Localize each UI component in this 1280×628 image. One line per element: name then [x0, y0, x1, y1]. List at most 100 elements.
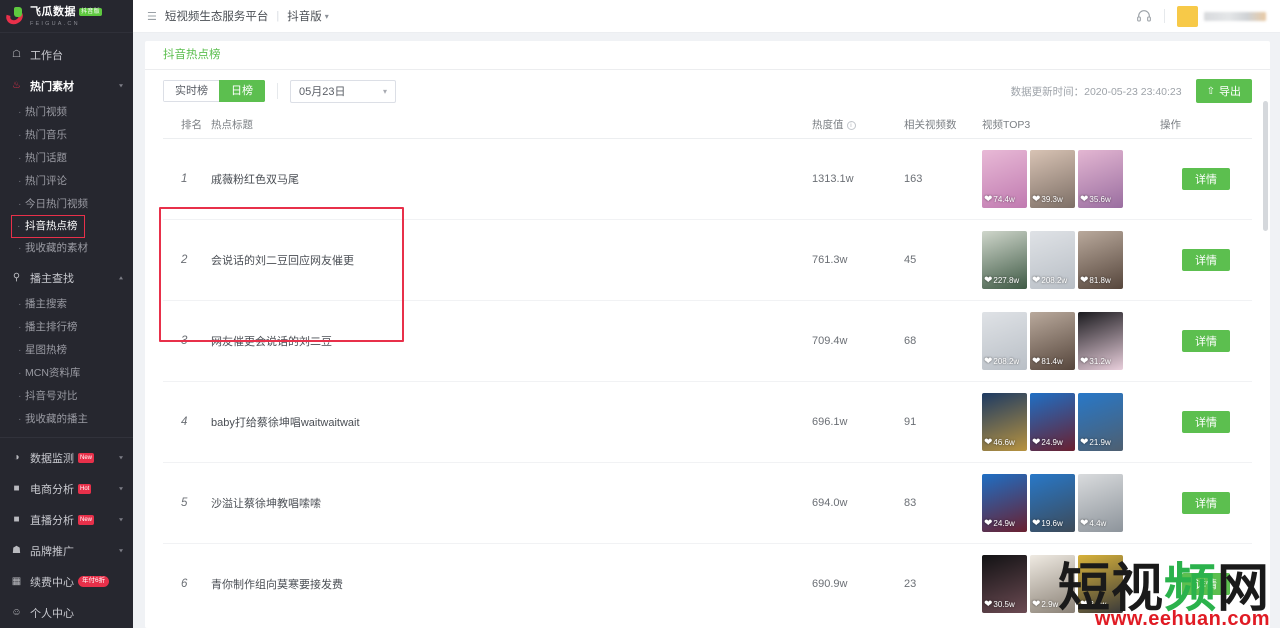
cell-top3-thumbnails: ❤208.2w❤81.4w❤31.2w: [982, 300, 1160, 381]
table-row[interactable]: 2会说话的刘二豆回应网友催更761.3w45❤227.8w❤208.2w❤81.…: [163, 219, 1252, 300]
sidebar-item-hot-comment[interactable]: 热门评论: [0, 170, 133, 193]
scrollbar-thumb[interactable]: [1263, 101, 1268, 231]
sidebar-item-star-rank[interactable]: 星图热榜: [0, 339, 133, 362]
detail-button[interactable]: 详情: [1182, 330, 1230, 352]
realtime-rank-button[interactable]: 实时榜: [163, 80, 220, 102]
video-thumbnail[interactable]: ❤2.9w: [1030, 555, 1075, 613]
avatar[interactable]: [1177, 6, 1198, 27]
video-thumbnail[interactable]: ❤81.8w: [1078, 231, 1123, 289]
sidebar-item-creator-rank[interactable]: 播主排行榜: [0, 316, 133, 339]
table-row[interactable]: 4baby打给蔡徐坤唱waitwaitwait696.1w91❤46.6w❤24…: [163, 381, 1252, 462]
sidebar-item-workbench[interactable]: ☖ 工作台: [0, 39, 133, 70]
scrollbar[interactable]: [1263, 101, 1268, 624]
video-thumbnail[interactable]: ❤2.7w: [1078, 555, 1123, 613]
sidebar-group-creator-search[interactable]: ⚲ 播主查找 ▴: [0, 262, 133, 293]
sidebar: 飞瓜数据抖音版 FEIGUA.CN ☖ 工作台 ♨ 热门素材 ▾ 热门视频 热门…: [0, 0, 133, 628]
detail-button[interactable]: 详情: [1182, 411, 1230, 433]
video-thumbnail[interactable]: ❤208.2w: [982, 312, 1027, 370]
sidebar-item-hot-topic[interactable]: 热门话题: [0, 147, 133, 170]
hot-topic-title[interactable]: 沙溢让蔡徐坤教唱嗦嗦: [211, 498, 321, 510]
tab-douyin-hotlist[interactable]: 抖音热点榜: [151, 41, 233, 69]
headset-icon[interactable]: [1136, 8, 1152, 24]
table-row[interactable]: 5沙溢让蔡徐坤教唱嗦嗦694.0w83❤24.9w❤19.6w❤4.4w详情: [163, 462, 1252, 543]
detail-button[interactable]: 详情: [1182, 492, 1230, 514]
table-row[interactable]: 1戚薇粉红色双马尾1313.1w163❤74.4w❤39.3w❤35.6w详情: [163, 138, 1252, 219]
table-row[interactable]: 3网友催更会说话的刘二豆709.4w68❤208.2w❤81.4w❤31.2w详…: [163, 300, 1252, 381]
version-switcher[interactable]: 抖音版 ▾: [287, 8, 329, 24]
sidebar-item-creator-search[interactable]: 播主搜索: [0, 293, 133, 316]
video-thumbnail[interactable]: ❤31.2w: [1078, 312, 1123, 370]
date-picker[interactable]: 05月23日 ▾: [290, 80, 396, 103]
hot-topic-title[interactable]: 会说话的刘二豆回应网友催更: [211, 255, 354, 267]
sidebar-item-douyin-hotlist[interactable]: 抖音热点榜: [12, 216, 84, 237]
video-thumbnail[interactable]: ❤39.3w: [1030, 150, 1075, 208]
video-count: 83: [904, 497, 916, 509]
search-icon: ⚲: [10, 272, 23, 283]
hot-topic-title[interactable]: 网友催更会说话的刘二豆: [211, 336, 332, 348]
like-count-badge: ❤46.6w: [984, 438, 1015, 448]
daily-rank-button[interactable]: 日榜: [219, 80, 265, 102]
video-thumbnail[interactable]: ❤24.9w: [1030, 393, 1075, 451]
menu-collapse-icon[interactable]: ☰: [147, 10, 156, 23]
video-thumbnail[interactable]: ❤19.6w: [1030, 474, 1075, 532]
cell-title[interactable]: 网友催更会说话的刘二豆: [211, 300, 812, 381]
sidebar-item-ecommerce-analysis[interactable]: ■ 电商分析 Hot ▾: [0, 473, 133, 504]
video-thumbnail[interactable]: ❤4.4w: [1078, 474, 1123, 532]
table-row[interactable]: 6青你制作组向莫寒要接发费690.9w23❤30.5w❤2.9w❤2.7w详情: [163, 543, 1252, 624]
sidebar-item-hot-video[interactable]: 热门视频: [0, 101, 133, 124]
hot-topic-title[interactable]: baby打给蔡徐坤唱waitwaitwait: [211, 417, 360, 429]
sidebar-item-data-monitor[interactable]: ◑ 数据监测 New ▾: [0, 442, 133, 473]
cell-title[interactable]: 青你制作组向莫寒要接发费: [211, 543, 812, 624]
heart-icon: ❤: [1080, 438, 1088, 448]
video-thumbnail[interactable]: ❤227.8w: [982, 231, 1027, 289]
sidebar-item-today-hot-video[interactable]: 今日热门视频: [0, 193, 133, 216]
video-thumbnail[interactable]: ❤81.4w: [1030, 312, 1075, 370]
cell-rank: 6: [163, 543, 211, 624]
info-icon[interactable]: i: [847, 121, 856, 130]
video-thumbnail[interactable]: ❤74.4w: [982, 150, 1027, 208]
cell-title[interactable]: baby打给蔡徐坤唱waitwaitwait: [211, 381, 812, 462]
sidebar-item-my-favorites-creator[interactable]: 我收藏的播主: [0, 408, 133, 431]
user-name[interactable]: [1204, 12, 1266, 21]
hot-topic-title[interactable]: 戚薇粉红色双马尾: [211, 174, 299, 186]
sidebar-item-hot-music[interactable]: 热门音乐: [0, 124, 133, 147]
detail-button[interactable]: 详情: [1182, 168, 1230, 190]
video-thumbnail[interactable]: ❤21.9w: [1078, 393, 1123, 451]
export-button[interactable]: ⇧ 导出: [1196, 79, 1252, 103]
like-count: 30.5w: [993, 600, 1014, 609]
sidebar-group-hot-material[interactable]: ♨ 热门素材 ▾: [0, 70, 133, 101]
heart-icon: ❤: [1080, 600, 1088, 610]
sidebar-item-account-compare[interactable]: 抖音号对比: [0, 385, 133, 408]
cell-heat: 696.1w: [812, 381, 904, 462]
cell-video-count: 91: [904, 381, 982, 462]
like-count: 81.8w: [1089, 276, 1110, 285]
video-thumbnail[interactable]: ❤46.6w: [982, 393, 1027, 451]
like-count: 227.8w: [993, 276, 1019, 285]
detail-button[interactable]: 详情: [1182, 249, 1230, 271]
like-count: 35.6w: [1089, 195, 1110, 204]
sidebar-item-my-favorites-material[interactable]: 我收藏的素材: [0, 237, 133, 260]
brand-name: 飞瓜数据: [30, 7, 76, 18]
table-head: 排名 热点标题 热度值i 相关视频数 视频TOP3 操作: [163, 112, 1252, 138]
sidebar-item-mcn-library[interactable]: MCN资料库: [0, 362, 133, 385]
sidebar-item-user-center[interactable]: ☺ 个人中心: [0, 597, 133, 628]
video-thumbnail[interactable]: ❤24.9w: [982, 474, 1027, 532]
detail-button[interactable]: 详情: [1182, 573, 1230, 595]
rank-number: 4: [163, 416, 187, 428]
heart-icon: ❤: [1080, 276, 1088, 286]
brand-logo[interactable]: 飞瓜数据抖音版 FEIGUA.CN: [0, 0, 133, 33]
table-scroll-container[interactable]: 排名 热点标题 热度值i 相关视频数 视频TOP3 操作 1戚薇粉红色双马尾13…: [145, 112, 1270, 624]
sidebar-item-renewal-center[interactable]: ▦ 续费中心 年付6折: [0, 566, 133, 597]
video-thumbnail[interactable]: ❤35.6w: [1078, 150, 1123, 208]
sidebar-item-live-analysis[interactable]: ■ 直播分析 New ▾: [0, 504, 133, 535]
cell-title[interactable]: 戚薇粉红色双马尾: [211, 138, 812, 219]
cell-title[interactable]: 沙溢让蔡徐坤教唱嗦嗦: [211, 462, 812, 543]
sidebar-item-brand-promotion[interactable]: ☗ 品牌推广 ▾: [0, 535, 133, 566]
video-thumbnail[interactable]: ❤208.2w: [1030, 231, 1075, 289]
shop-icon: ■: [10, 483, 23, 494]
like-count: 46.6w: [993, 438, 1014, 447]
cell-title[interactable]: 会说话的刘二豆回应网友催更: [211, 219, 812, 300]
video-thumbnail[interactable]: ❤30.5w: [982, 555, 1027, 613]
hot-topic-title[interactable]: 青你制作组向莫寒要接发费: [211, 579, 343, 591]
like-count: 208.2w: [1041, 276, 1067, 285]
